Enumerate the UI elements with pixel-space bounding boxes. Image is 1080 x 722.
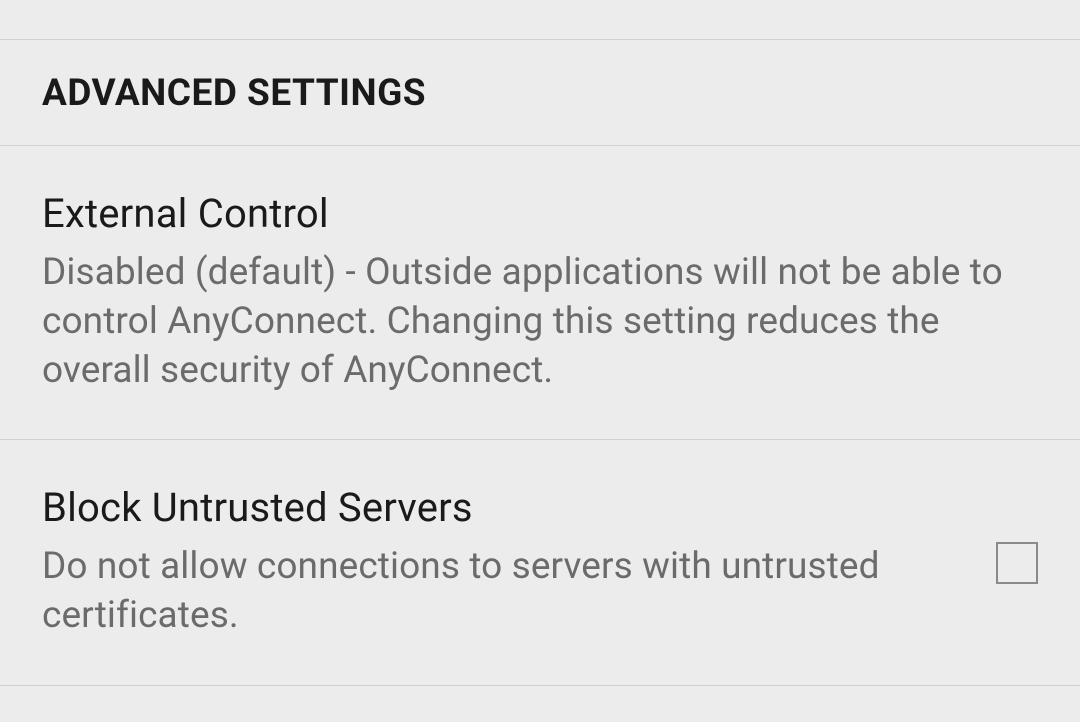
setting-text-block: Block Untrusted Servers Do not allow con… — [42, 484, 968, 641]
setting-external-control[interactable]: External Control Disabled (default) - Ou… — [0, 146, 1080, 440]
setting-description: Disabled (default) - Outside application… — [42, 249, 1038, 395]
setting-control — [996, 542, 1038, 584]
top-divider — [0, 0, 1080, 40]
checkbox-unchecked-icon[interactable] — [996, 542, 1038, 584]
setting-description: Do not allow connections to servers with… — [42, 543, 968, 641]
setting-text-block: External Control Disabled (default) - Ou… — [42, 190, 1038, 395]
section-header: ADVANCED SETTINGS — [0, 40, 1080, 146]
setting-block-untrusted-servers[interactable]: Block Untrusted Servers Do not allow con… — [0, 440, 1080, 686]
setting-title: Block Untrusted Servers — [42, 484, 968, 531]
setting-title: External Control — [42, 190, 1038, 237]
